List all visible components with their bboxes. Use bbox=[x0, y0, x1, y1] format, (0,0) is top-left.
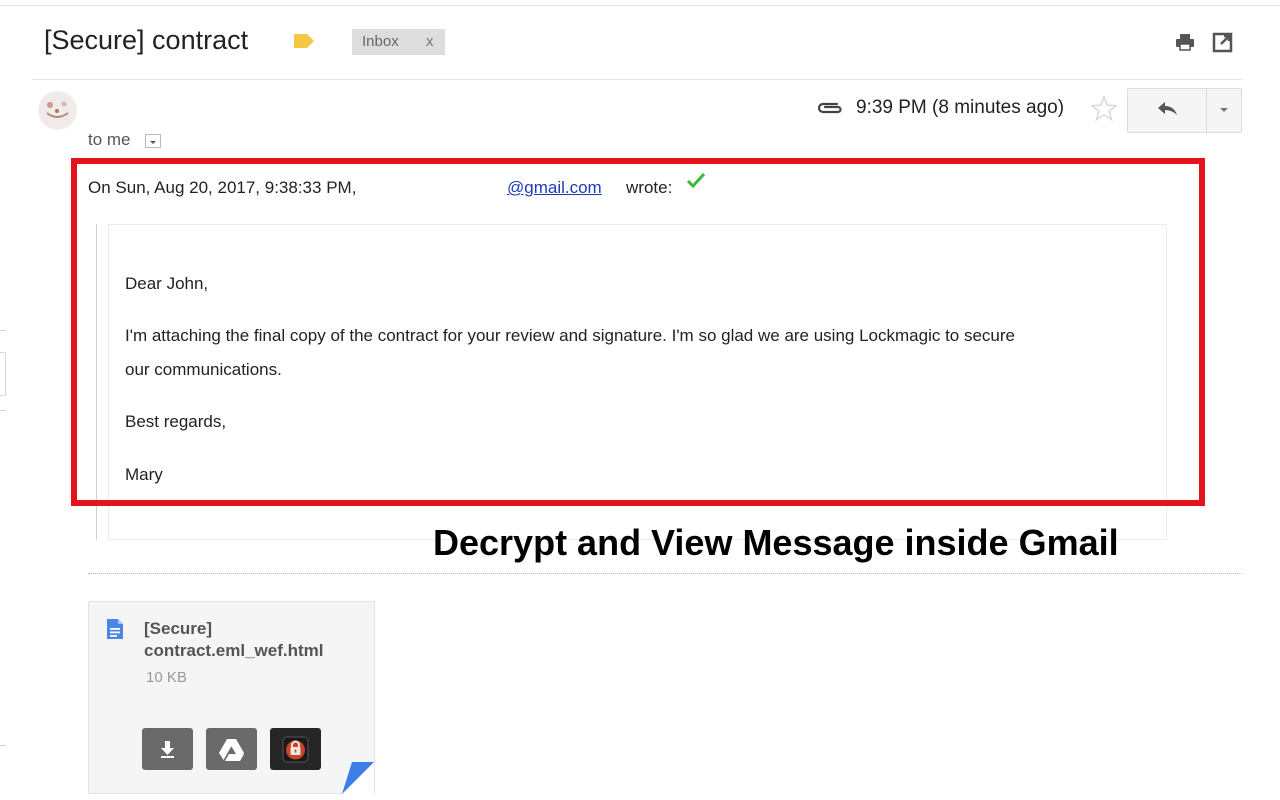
recipient-label: to me bbox=[88, 130, 131, 149]
lockmagic-icon bbox=[282, 736, 309, 763]
reply-button[interactable] bbox=[1127, 88, 1207, 133]
message-timestamp: 9:39 PM (8 minutes ago) bbox=[856, 97, 1065, 118]
highlight-annotation-box bbox=[71, 158, 1205, 506]
label-chip-inbox[interactable]: Inbox x bbox=[352, 29, 445, 55]
left-panel-edge bbox=[0, 352, 6, 396]
left-panel-edge bbox=[0, 410, 6, 411]
new-window-icon[interactable] bbox=[1212, 31, 1234, 53]
lockmagic-decrypt-button[interactable] bbox=[270, 728, 321, 770]
folded-corner-icon bbox=[342, 762, 374, 794]
download-icon bbox=[161, 741, 174, 758]
document-icon bbox=[107, 619, 123, 639]
avatar[interactable] bbox=[38, 91, 77, 130]
recipient-details-dropdown[interactable] bbox=[145, 134, 161, 148]
chevron-down-icon bbox=[150, 141, 156, 144]
star-icon[interactable] bbox=[1089, 94, 1119, 124]
attachment-name-line: [Secure] bbox=[144, 619, 213, 638]
save-to-drive-button[interactable] bbox=[206, 728, 257, 770]
attachment-size: 10 KB bbox=[146, 669, 187, 686]
drive-icon bbox=[219, 739, 244, 761]
print-icon[interactable] bbox=[1174, 31, 1196, 53]
header-divider bbox=[32, 79, 1242, 80]
top-divider bbox=[0, 5, 1280, 6]
download-button[interactable] bbox=[142, 728, 193, 770]
left-panel-edge bbox=[0, 745, 6, 746]
attachment-name-line: contract.eml_wef.html bbox=[144, 641, 324, 660]
label-chip-text: Inbox bbox=[362, 33, 399, 50]
reply-icon bbox=[1158, 102, 1177, 115]
email-subject: [Secure] contract bbox=[44, 25, 249, 55]
more-actions-button[interactable] bbox=[1206, 88, 1242, 133]
attachment-clip-icon bbox=[817, 102, 842, 114]
chevron-down-icon bbox=[1220, 108, 1228, 112]
attachments-divider bbox=[88, 573, 1242, 574]
annotation-caption: Decrypt and View Message inside Gmail bbox=[433, 522, 1119, 563]
important-marker-icon[interactable] bbox=[292, 33, 316, 49]
label-remove-button[interactable]: x bbox=[426, 33, 434, 50]
left-panel-edge bbox=[0, 330, 6, 331]
attachment-name[interactable]: [Secure] contract.eml_wef.html bbox=[144, 618, 324, 662]
avatar-image bbox=[38, 91, 77, 130]
